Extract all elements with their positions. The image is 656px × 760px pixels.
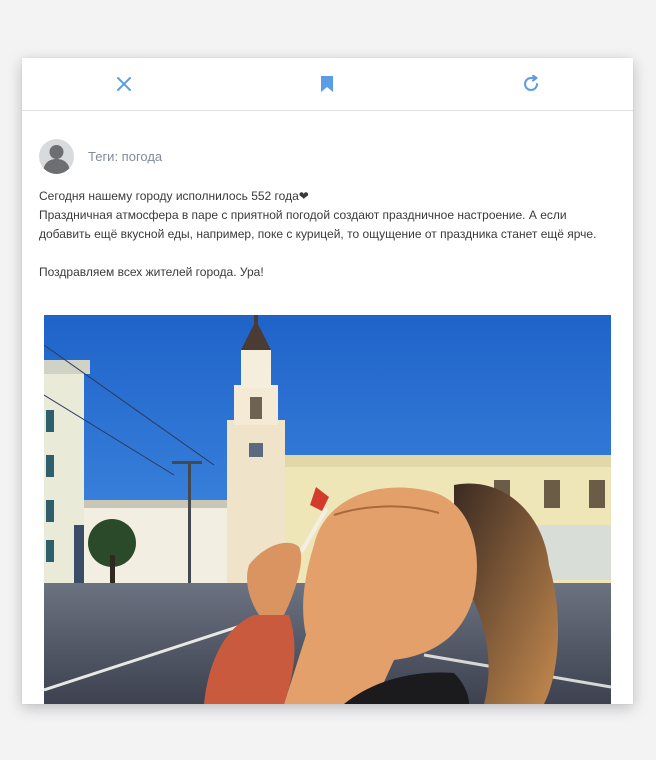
close-icon (117, 77, 131, 91)
share-icon (524, 75, 538, 91)
avatar[interactable] (39, 138, 74, 174)
toolbar (22, 58, 633, 111)
bookmark-button[interactable] (315, 72, 339, 96)
bookmark-icon (321, 76, 333, 92)
post-text: Сегодня нашему городу исполнилось 552 го… (39, 187, 604, 282)
close-button[interactable] (112, 72, 136, 96)
share-button[interactable] (519, 72, 543, 96)
post-closing: Поздравляем всех жителей города. Ура! (39, 265, 264, 279)
post-author: Теги: погода (39, 138, 162, 174)
post-line: Сегодня нашему городу исполнилось 552 го… (39, 189, 309, 203)
post-tags[interactable]: Теги: погода (88, 149, 162, 164)
user-icon (43, 144, 70, 174)
photo-illustration (44, 315, 611, 704)
post-photo[interactable] (44, 315, 611, 704)
post-viewer: Теги: погода Сегодня нашему городу испол… (22, 58, 633, 704)
post-line: Праздничная атмосфера в паре с приятной … (39, 208, 597, 241)
